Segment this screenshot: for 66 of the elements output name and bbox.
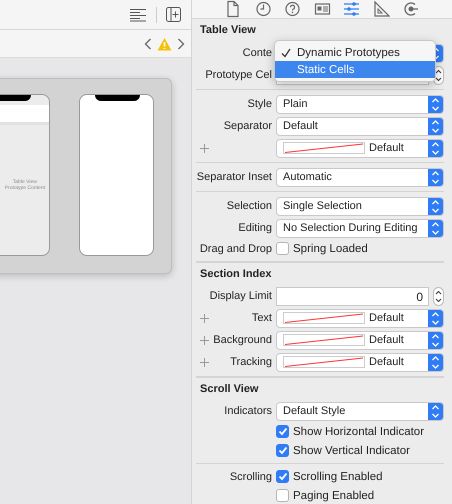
sliders-icon[interactable] xyxy=(343,0,360,18)
section-title: Table View xyxy=(199,23,257,38)
popup-button[interactable]: Default xyxy=(276,138,444,158)
field-label: Conte xyxy=(242,47,272,59)
field-label: Selection xyxy=(226,200,272,212)
checkbox-label: Paging Enabled xyxy=(293,490,374,502)
menu-item[interactable]: Dynamic Prototypes xyxy=(275,44,435,61)
forward-icon[interactable] xyxy=(177,38,185,50)
up-down-arrows-icon xyxy=(428,168,443,186)
back-icon[interactable] xyxy=(144,38,152,50)
field-label: Separator Inset xyxy=(196,171,272,183)
clock-icon[interactable] xyxy=(254,0,272,18)
checkbox[interactable] xyxy=(276,470,289,483)
color-swatch-icon xyxy=(283,334,365,346)
field-label: Drag and Drop xyxy=(200,242,272,254)
field-label: Editing xyxy=(238,222,272,234)
field-label: Indicators xyxy=(224,405,272,417)
up-down-arrows-icon xyxy=(428,332,443,348)
up-down-arrows-icon xyxy=(428,354,443,370)
up-down-arrows-icon xyxy=(428,96,443,112)
align-lines-icon[interactable] xyxy=(129,8,147,22)
notch-icon xyxy=(95,95,140,101)
popup-button[interactable]: Default Style xyxy=(276,402,444,420)
checkmark-icon xyxy=(281,48,291,58)
stepper-icon[interactable] xyxy=(433,286,444,306)
color-swatch-icon xyxy=(283,142,365,154)
checkbox[interactable] xyxy=(276,242,289,255)
field-label: Scrolling xyxy=(230,470,272,482)
add-panel-icon[interactable] xyxy=(166,7,181,22)
popup-button[interactable]: Default xyxy=(276,352,444,372)
field-label: Prototype Cel xyxy=(205,69,272,81)
checkbox-label: Show Horizontal Indicator xyxy=(293,426,424,438)
popup-button[interactable]: Default xyxy=(276,116,444,136)
checkbox-label: Scrolling Enabled xyxy=(293,470,383,482)
up-down-arrows-icon xyxy=(428,198,443,214)
color-swatch-icon xyxy=(283,312,365,324)
field-label: Tracking xyxy=(230,356,272,368)
up-down-arrows-icon xyxy=(428,118,443,134)
checkbox-label: Show Vertical Indicator xyxy=(293,444,410,456)
popup-button[interactable]: Single Selection xyxy=(276,196,444,216)
field-label: Style xyxy=(248,98,272,110)
checkbox[interactable] xyxy=(276,425,289,438)
help-icon[interactable] xyxy=(284,0,301,18)
checkbox[interactable] xyxy=(276,489,289,502)
ruler-icon[interactable] xyxy=(372,0,390,18)
popup-button[interactable]: Default xyxy=(276,308,444,328)
section-title: Scroll View xyxy=(196,377,444,397)
popup-button[interactable]: No Selection During Editing xyxy=(276,218,444,238)
up-down-arrows-icon xyxy=(428,310,443,326)
up-down-arrows-icon xyxy=(428,220,443,236)
field-label: Display Limit xyxy=(210,290,272,302)
popup-button[interactable]: Default xyxy=(276,330,444,350)
field-label: Separator xyxy=(224,120,272,132)
number-field[interactable]: 0 xyxy=(276,286,429,306)
popup-button[interactable]: Plain xyxy=(276,94,444,114)
arrow-circle-icon[interactable] xyxy=(402,0,419,18)
popup-button[interactable]: Automatic xyxy=(276,168,444,186)
up-down-arrows-icon xyxy=(428,402,443,420)
menu-item[interactable]: Static Cells xyxy=(275,61,435,78)
checkbox-label: Spring Loaded xyxy=(293,242,368,254)
checkbox[interactable] xyxy=(276,444,289,457)
field-label: Text xyxy=(252,312,272,324)
field-label: Background xyxy=(213,334,272,346)
color-swatch-icon xyxy=(283,356,365,368)
up-down-arrows-icon xyxy=(428,140,443,156)
section-title: Section Index xyxy=(196,262,444,282)
